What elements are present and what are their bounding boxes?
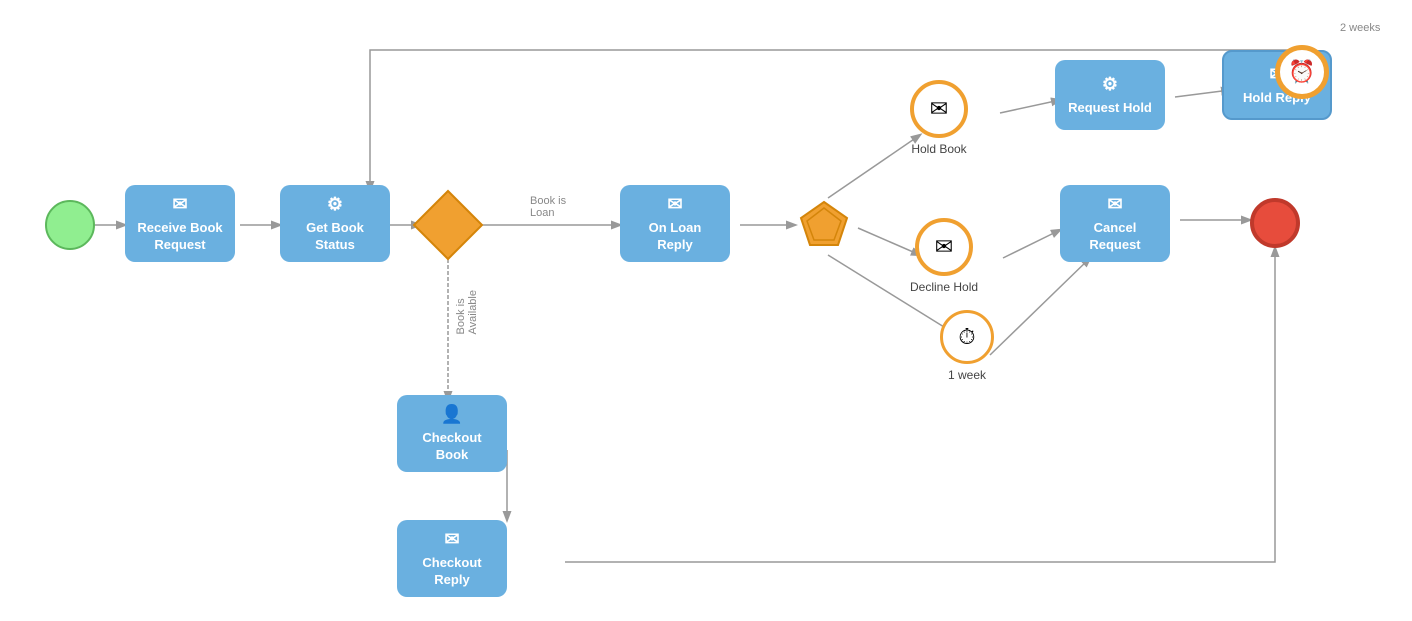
checkout-book-box[interactable]: 👤 Checkout Book <box>397 395 507 472</box>
end-circle <box>1250 198 1300 248</box>
on-loan-reply-box[interactable]: ✉ On Loan Reply <box>620 185 730 262</box>
checkout-book-label: Checkout Book <box>407 430 497 464</box>
cancel-request-label: Cancel Request <box>1070 220 1160 254</box>
checkout-reply-node[interactable]: ✉ Checkout Reply <box>397 520 507 597</box>
checkout-book-node[interactable]: 👤 Checkout Book <box>397 395 507 472</box>
hold-book-circle: ✉ <box>910 80 968 138</box>
receive-book-request-box[interactable]: ✉ Receive Book Request <box>125 185 235 262</box>
start-circle <box>45 200 95 250</box>
envelope-icon: ✉ <box>172 193 187 216</box>
gateway1-node <box>418 195 478 255</box>
decline-hold-node[interactable]: ✉ Decline Hold <box>910 218 978 296</box>
request-hold-label: Request Hold <box>1068 100 1152 117</box>
decline-hold-circle: ✉ <box>915 218 973 276</box>
cancel-request-box[interactable]: ✉ Cancel Request <box>1060 185 1170 262</box>
book-is-available-text: Book isAvailable <box>455 290 479 334</box>
request-hold-box[interactable]: ⚙ Request Hold <box>1055 60 1165 130</box>
user-icon: 👤 <box>441 403 463 426</box>
request-hold-node[interactable]: ⚙ Request Hold <box>1055 60 1165 130</box>
hold-book-node[interactable]: ✉ Hold Book <box>910 80 968 158</box>
timer-1week-circle: ⏱ <box>940 310 994 364</box>
checkout-reply-label: Checkout Reply <box>407 555 497 589</box>
envelope-icon4: ✉ <box>1107 193 1122 216</box>
end-event-node <box>1250 198 1300 248</box>
gateway2-node <box>796 197 852 253</box>
book-is-available-label: Book isAvailable <box>455 290 479 337</box>
on-loan-reply-label: On Loan Reply <box>630 220 720 254</box>
bpmn-diagram: ✉ Receive Book Request ⚙ Get BookStatus … <box>0 0 1412 621</box>
on-loan-reply-node[interactable]: ✉ On Loan Reply <box>620 185 730 262</box>
gateway2-pentagon-svg <box>799 200 849 250</box>
envelope-icon5: ✉ <box>444 528 459 551</box>
gear-icon: ⚙ <box>327 193 343 216</box>
start-event <box>45 200 95 250</box>
two-weeks-label: 2 weeks <box>1340 22 1380 34</box>
decline-hold-wrap[interactable]: ✉ Decline Hold <box>910 218 978 296</box>
receive-book-request-label: Receive Book Request <box>135 220 225 254</box>
gateway1-diamond <box>413 190 484 261</box>
timer-1week-label: 1 week <box>948 368 986 384</box>
timer-2weeks-circle: ⏰ <box>1275 45 1329 99</box>
gateway2-wrap <box>796 197 852 253</box>
receive-book-request-node[interactable]: ✉ Receive Book Request <box>125 185 235 262</box>
two-weeks-text: 2 weeks <box>1340 22 1380 34</box>
get-book-status-node[interactable]: ⚙ Get BookStatus <box>280 185 390 262</box>
gear-icon2: ⚙ <box>1102 73 1118 96</box>
gateway1-wrap <box>418 195 478 255</box>
envelope-icon2: ✉ <box>667 193 682 216</box>
book-is-loan-text: Book isLoan <box>530 195 566 219</box>
cancel-request-node[interactable]: ✉ Cancel Request <box>1060 185 1170 262</box>
hold-book-label: Hold Book <box>911 142 966 158</box>
decline-hold-label: Decline Hold <box>910 280 978 296</box>
book-is-loan-label: Book isLoan <box>530 195 566 219</box>
timer-1week-wrap: ⏱ 1 week <box>940 310 994 384</box>
checkout-reply-box[interactable]: ✉ Checkout Reply <box>397 520 507 597</box>
get-book-status-label: Get BookStatus <box>306 220 364 254</box>
get-book-status-box[interactable]: ⚙ Get BookStatus <box>280 185 390 262</box>
timer-1week-node: ⏱ 1 week <box>940 310 994 384</box>
timer-2weeks-node: ⏰ <box>1275 45 1329 99</box>
hold-book-wrap[interactable]: ✉ Hold Book <box>910 80 968 158</box>
